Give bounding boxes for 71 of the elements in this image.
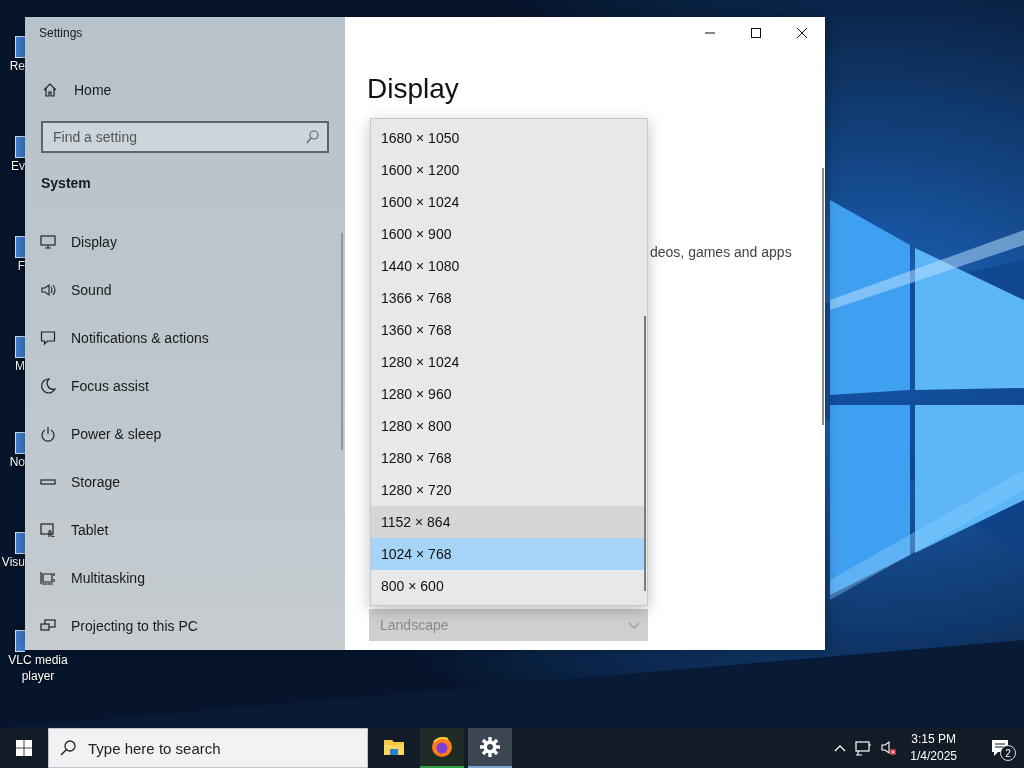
shortcut-icon[interactable] — [15, 336, 25, 358]
dropdown-option[interactable]: 1280 × 768 — [371, 442, 644, 474]
search-icon[interactable] — [306, 130, 319, 144]
home-nav-item[interactable]: Home — [25, 70, 345, 110]
sidebar-item[interactable]: Storage — [25, 458, 345, 506]
search-field[interactable]: Find a setting — [41, 121, 329, 153]
shortcut-icon[interactable] — [15, 532, 25, 554]
muted-speaker-icon[interactable] — [881, 740, 898, 756]
scrollbar[interactable] — [341, 233, 343, 450]
description-text: deos, games and apps — [650, 244, 792, 260]
dropdown-option[interactable]: 1366 × 768 — [371, 282, 644, 314]
desktop-icon-label[interactable]: VLC media player — [3, 652, 73, 684]
sidebar-item[interactable]: Display — [25, 218, 345, 266]
tablet-icon — [40, 522, 56, 538]
shortcut-icon[interactable] — [15, 236, 25, 258]
desktop-icon-label[interactable]: Visu — [1, 554, 25, 570]
close-icon[interactable] — [797, 28, 807, 38]
dropdown-option[interactable]: 1600 × 900 — [371, 218, 644, 250]
scrollbar[interactable] — [644, 316, 646, 591]
shortcut-icon[interactable] — [15, 136, 25, 158]
dropdown-option[interactable]: 1440 × 1080 — [371, 250, 644, 282]
speaker-icon — [40, 282, 56, 298]
browser-icon — [431, 736, 453, 758]
dropdown-option[interactable]: 1280 × 960 — [371, 378, 644, 410]
desktop-icon-label[interactable]: Ev — [11, 158, 25, 174]
sidebar-item[interactable]: Power & sleep — [25, 410, 345, 458]
clock[interactable]: 3:15 PM 1/4/2025 — [910, 731, 957, 765]
start-icon[interactable] — [16, 740, 32, 756]
dropdown-option[interactable]: 1280 × 800 — [371, 410, 644, 442]
dropdown-option[interactable]: 1024 × 768 — [371, 538, 644, 570]
sidebar-item[interactable]: Projecting to this PC — [25, 602, 345, 650]
message-icon — [40, 330, 56, 346]
dropdown-option[interactable]: 1280 × 720 — [371, 474, 644, 506]
dropdown-option[interactable]: 1600 × 1200 — [371, 154, 644, 186]
window-title: Settings — [38, 25, 84, 42]
desktop-icon-label[interactable]: No — [9, 454, 25, 470]
scrollbar[interactable] — [822, 168, 824, 425]
desktop-icon-label[interactable]: F — [17, 258, 25, 274]
dropdown-option[interactable]: 1360 × 768 — [371, 314, 644, 346]
projector-icon — [40, 618, 56, 634]
power-icon — [40, 426, 56, 442]
sidebar-item[interactable]: Multitasking — [25, 554, 345, 602]
home-icon — [42, 82, 58, 98]
notification-count: 2 — [1000, 745, 1016, 761]
shortcut-icon[interactable] — [15, 432, 25, 454]
maximize-icon[interactable] — [751, 28, 761, 38]
shortcut-icon[interactable] — [15, 630, 25, 652]
desktop-icon-label[interactable]: Re — [9, 58, 25, 74]
dropdown-option[interactable]: 1600 × 1024 — [371, 186, 644, 218]
taskbar-search-field[interactable]: Type here to search — [48, 728, 368, 768]
sidebar-item[interactable]: Sound — [25, 266, 345, 314]
taskbar-app-button[interactable] — [468, 728, 512, 768]
chevron-up-icon[interactable] — [834, 744, 847, 752]
sidebar-item[interactable]: Focus assist — [25, 362, 345, 410]
section-heading: System — [41, 174, 92, 193]
sidebar-item[interactable]: Notifications & actions — [25, 314, 345, 362]
search-icon — [60, 740, 76, 756]
dropdown-option[interactable]: 1280 × 1024 — [371, 346, 644, 378]
shortcut-icon[interactable] — [15, 36, 25, 58]
monitor-icon — [40, 234, 56, 250]
dropdown-option[interactable]: 800 × 600 — [371, 570, 644, 602]
dropdown-option[interactable]: 1680 × 1050 — [371, 122, 644, 154]
dropdown-option[interactable]: 1152 × 864 — [371, 506, 644, 538]
desktop-icon-label[interactable]: M — [15, 358, 25, 374]
page-heading: Display — [367, 72, 460, 106]
multitasking-icon — [40, 570, 56, 586]
network-icon[interactable] — [855, 740, 873, 756]
taskbar-app-button[interactable] — [420, 728, 464, 768]
moon-icon — [40, 378, 56, 394]
chevron-down-icon — [628, 621, 640, 629]
sidebar-item[interactable]: Tablet — [25, 506, 345, 554]
